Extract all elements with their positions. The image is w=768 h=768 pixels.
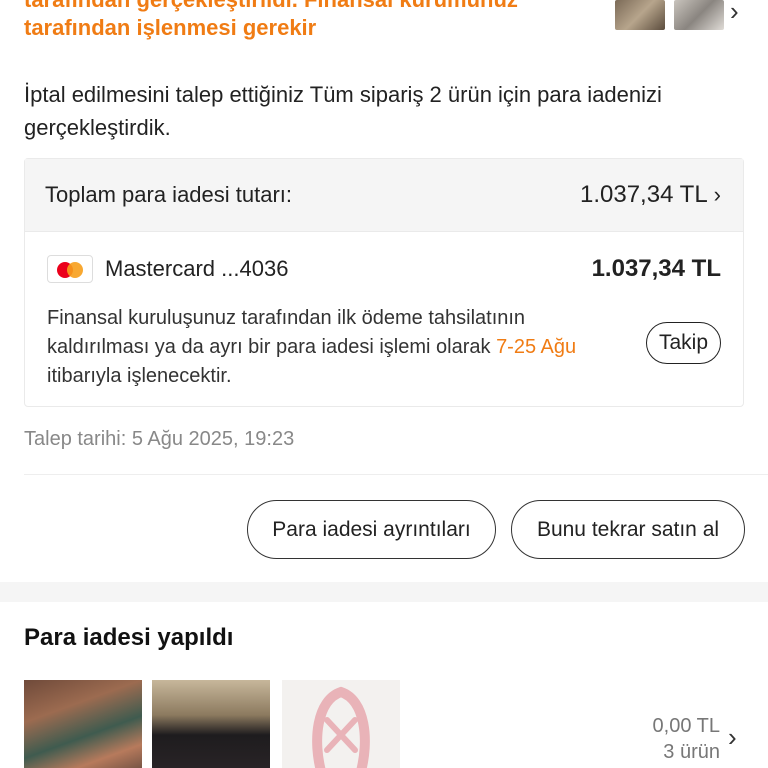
refund-status-banner: tarafından gerçekleştirildi. Finansal ku…: [24, 0, 604, 42]
refund-date-range: 7-25 Ağu: [496, 336, 577, 358]
total-refund-amount: 1.037,34 TL: [580, 181, 708, 208]
product-image[interactable]: [24, 680, 142, 768]
banner-line-2: tarafından işlenmesi gerekir: [24, 15, 317, 40]
refunded-summary[interactable]: 0,00 TL 3 ürün: [653, 713, 720, 765]
chevron-right-icon[interactable]: ›: [728, 722, 737, 753]
top-product-thumbnails[interactable]: [615, 0, 724, 30]
payment-refund-amount: 1.037,34 TL: [591, 255, 721, 282]
total-refund-label: Toplam para iadesi tutarı:: [45, 182, 293, 207]
refunded-item-count: 3 ürün: [663, 741, 720, 763]
refund-card: Toplam para iadesi tutarı: 1.037,34 TL ›…: [24, 158, 744, 407]
refund-processing-info: Finansal kuruluşunuz tarafından ilk ödem…: [47, 307, 577, 387]
mastercard-icon: [47, 255, 93, 283]
product-thumbnail[interactable]: [615, 0, 665, 30]
total-refund-row[interactable]: Toplam para iadesi tutarı: 1.037,34 TL ›: [25, 159, 743, 232]
refund-intro-text: İptal edilmesini talep ettiğiniz Tüm sip…: [24, 82, 662, 140]
request-date: Talep tarihi: 5 Ağu 2025, 19:23: [24, 428, 295, 450]
chevron-right-icon: ›: [713, 182, 721, 207]
payment-method-row: Mastercard ...4036 1.037,34 TL: [47, 255, 721, 283]
track-button[interactable]: Takip: [645, 322, 721, 364]
banner-line-1: tarafından gerçekleştirildi. Finansal ku…: [24, 0, 604, 14]
payment-method-name: Mastercard ...4036: [105, 256, 289, 281]
refund-details-button[interactable]: Para iadesi ayrıntıları: [247, 500, 496, 559]
chevron-right-icon[interactable]: ›: [730, 0, 739, 27]
product-image[interactable]: [282, 680, 400, 768]
buy-again-button[interactable]: Bunu tekrar satın al: [511, 500, 745, 559]
divider: [24, 474, 768, 475]
product-thumbnail[interactable]: [674, 0, 724, 30]
refunded-amount: 0,00 TL: [652, 715, 720, 737]
product-image[interactable]: [152, 680, 270, 768]
section-separator: [0, 582, 768, 602]
refunded-section-title: Para iadesi yapıldı: [24, 624, 234, 651]
